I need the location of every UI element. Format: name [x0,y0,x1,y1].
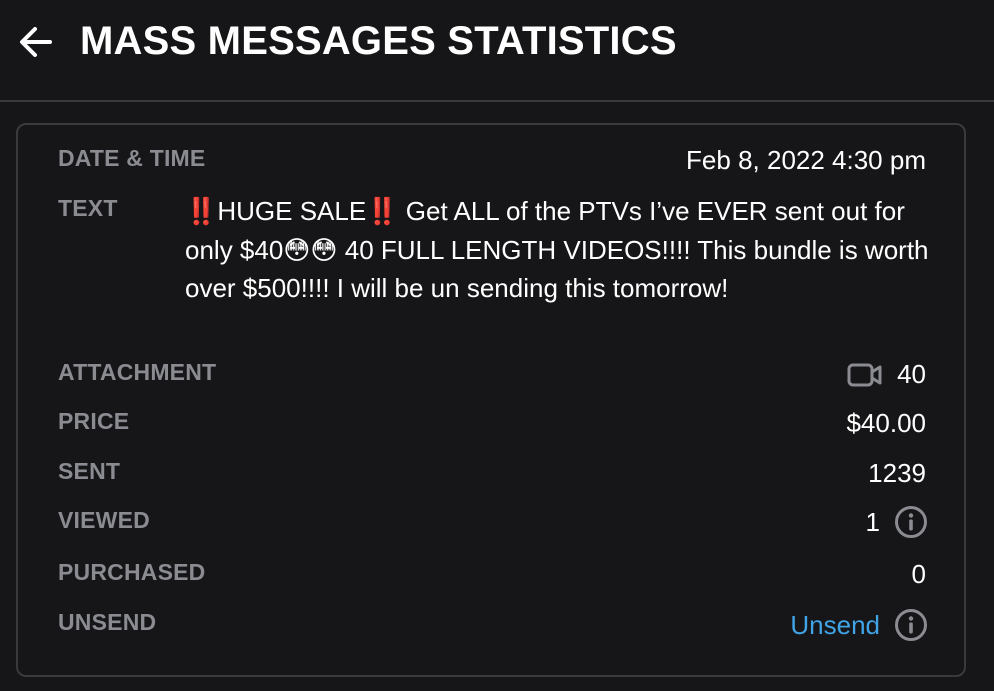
unsend-label: UNSEND [58,609,157,635]
viewed-label: VIEWED [58,507,150,533]
attachment-label: ATTACHMENT [58,359,217,385]
purchased-label: PURCHASED [58,559,206,585]
message-text: ‼️HUGE SALE‼️ Get ALL of the PTVs I’ve E… [185,196,929,303]
unsend-value-group: Unsend [790,608,928,642]
text-label: TEXT [58,195,118,221]
unsend-info-icon[interactable] [894,608,928,642]
attachment-count: 40 [897,359,926,389]
purchased-value: 0 [911,559,926,589]
arrow-left-icon [14,20,58,64]
viewed-info-icon[interactable] [894,505,928,539]
page-title: MASS MESSAGES STATISTICS [80,19,677,63]
video-camera-icon [847,362,883,388]
sent-label: SENT [58,458,121,484]
price-value: $40.00 [846,408,926,438]
viewed-value: 1 [865,506,880,537]
sent-value: 1239 [868,458,926,488]
statistics-card: DATE & TIME Feb 8, 2022 4:30 pm TEXT ‼️H… [16,123,966,677]
viewed-value-group: 1 [866,505,928,539]
date-time-label: DATE & TIME [58,145,206,171]
unsend-link[interactable]: Unsend [790,610,880,641]
header-bar: MASS MESSAGES STATISTICS [0,0,994,102]
back-button[interactable] [14,20,58,64]
attachment-value-group: 40 [847,359,926,390]
date-time-value: Feb 8, 2022 4:30 pm [686,145,926,175]
price-label: PRICE [58,408,130,434]
